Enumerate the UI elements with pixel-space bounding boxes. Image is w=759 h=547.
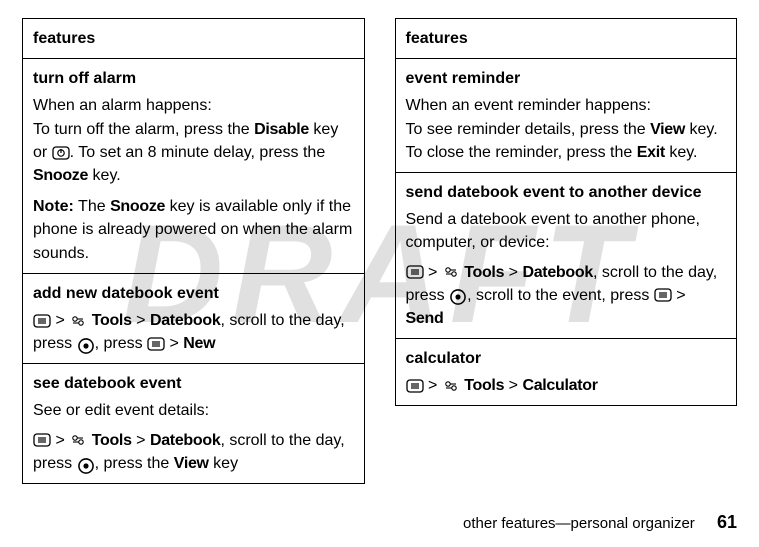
text: , press the — [95, 455, 174, 472]
gt: > — [55, 312, 64, 329]
footer-text: other features—personal organizer — [463, 515, 695, 532]
title-send-datebook: send datebook event to another device — [406, 181, 727, 204]
title-see-datebook: see datebook event — [33, 372, 354, 395]
tools-label: Tools — [464, 264, 504, 281]
gt: > — [55, 432, 64, 449]
page-number: 61 — [717, 512, 737, 532]
calculator-label: Calculator — [522, 377, 597, 394]
reminder-line1: When an event reminder happens: — [406, 94, 727, 117]
tools-label: Tools — [92, 312, 132, 329]
row-calculator: calculator > Tools > Calculator — [396, 339, 737, 405]
content-columns: features turn off alarm When an alarm ha… — [0, 0, 759, 484]
send-datebook-path: > Tools > Datebook, scroll to the day, p… — [406, 261, 727, 331]
tools-icon — [442, 379, 460, 393]
tools-icon — [69, 433, 87, 447]
title-calculator: calculator — [406, 347, 727, 370]
text: , press — [95, 335, 147, 352]
send-desc: Send a datebook event to another phone, … — [406, 208, 727, 254]
page-footer: other features—personal organizer 61 — [463, 512, 737, 533]
exit-key: Exit — [637, 144, 665, 161]
menu-icon — [33, 314, 51, 328]
nav-icon — [77, 337, 95, 351]
calculator-path: > Tools > Calculator — [406, 374, 727, 397]
alarm-note: Note: The Snooze key is available only i… — [33, 195, 354, 265]
menu-icon — [33, 433, 51, 447]
menu-icon — [147, 337, 165, 351]
gt: > — [136, 312, 145, 329]
view-key: View — [650, 121, 685, 138]
right-column: features event reminder When an event re… — [395, 18, 738, 406]
text: The — [74, 198, 110, 215]
row-turn-off-alarm: turn off alarm When an alarm happens: To… — [23, 59, 364, 274]
text: key. — [88, 167, 121, 184]
alarm-line2: To turn off the alarm, press the Disable… — [33, 118, 354, 188]
alarm-line1: When an alarm happens: — [33, 94, 354, 117]
row-event-reminder: event reminder When an event reminder ha… — [396, 59, 737, 173]
left-column: features turn off alarm When an alarm ha… — [22, 18, 365, 484]
right-header: features — [396, 19, 737, 59]
power-icon — [52, 146, 70, 160]
note-label: Note: — [33, 198, 74, 215]
datebook-label: Datebook — [150, 312, 221, 329]
menu-icon — [654, 288, 672, 302]
row-send-datebook: send datebook event to another device Se… — [396, 173, 737, 339]
title-add-datebook: add new datebook event — [33, 282, 354, 305]
row-see-datebook: see datebook event See or edit event det… — [23, 364, 364, 483]
row-add-datebook: add new datebook event > Tools > Dateboo… — [23, 274, 364, 365]
tools-icon — [69, 314, 87, 328]
text: To see reminder details, press the — [406, 121, 651, 138]
menu-icon — [406, 379, 424, 393]
new-label: New — [183, 335, 215, 352]
menu-icon — [406, 265, 424, 279]
gt: > — [509, 377, 518, 394]
gt: > — [428, 377, 437, 394]
send-label: Send — [406, 310, 444, 327]
gt: > — [676, 287, 685, 304]
text: To turn off the alarm, press the — [33, 121, 254, 138]
add-datebook-path: > Tools > Datebook, scroll to the day, p… — [33, 309, 354, 355]
tools-icon — [442, 265, 460, 279]
left-header: features — [23, 19, 364, 59]
disable-key: Disable — [254, 121, 309, 138]
gt: > — [136, 432, 145, 449]
see-desc: See or edit event details: — [33, 399, 354, 422]
text: key — [209, 455, 238, 472]
nav-icon — [449, 288, 467, 302]
datebook-label: Datebook — [150, 432, 221, 449]
title-event-reminder: event reminder — [406, 67, 727, 90]
text: . To set an 8 minute delay, press the — [70, 144, 326, 161]
reminder-line2: To see reminder details, press the View … — [406, 118, 727, 164]
snooze-key-2: Snooze — [110, 198, 165, 215]
see-datebook-path: > Tools > Datebook, scroll to the day, p… — [33, 429, 354, 475]
gt: > — [170, 335, 179, 352]
tools-label: Tools — [92, 432, 132, 449]
datebook-label: Datebook — [522, 264, 593, 281]
title-turn-off-alarm: turn off alarm — [33, 67, 354, 90]
snooze-key: Snooze — [33, 167, 88, 184]
nav-icon — [77, 457, 95, 471]
gt: > — [509, 264, 518, 281]
text: , scroll to the event, press — [467, 287, 654, 304]
view-key: View — [174, 455, 209, 472]
text: key. — [665, 144, 698, 161]
gt: > — [428, 264, 437, 281]
tools-label: Tools — [464, 377, 504, 394]
